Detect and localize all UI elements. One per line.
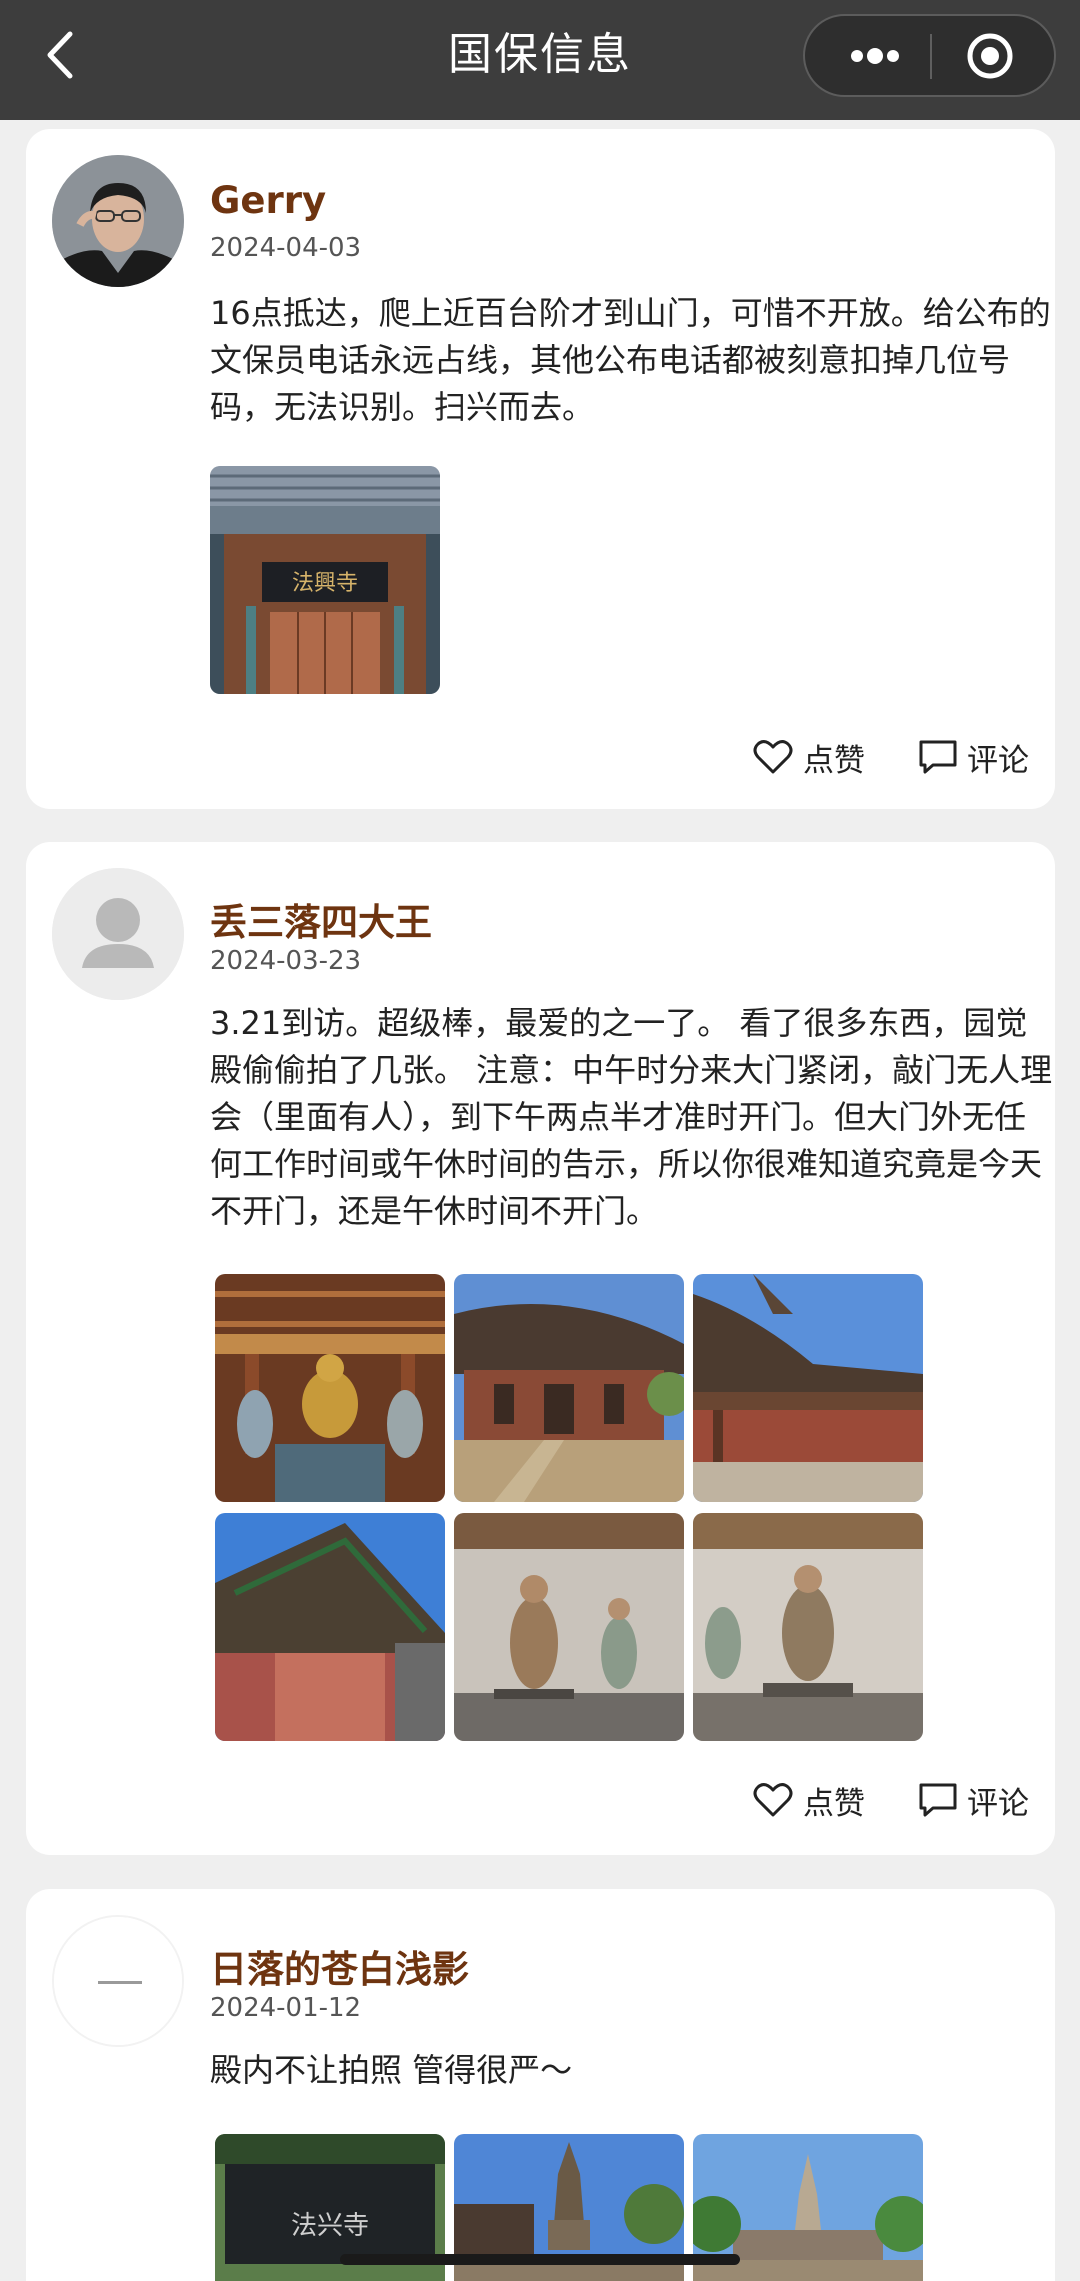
- post-card: 日落的苍白浅影 2024-01-12 殿内不让拍照 管得很严～ 法兴寺: [26, 1889, 1055, 2281]
- comment-label: 评论: [967, 742, 1029, 779]
- post-actions: 点赞 评论: [699, 732, 1029, 782]
- like-button[interactable]: 点赞: [753, 735, 865, 780]
- more-button[interactable]: [825, 26, 925, 86]
- post-photo[interactable]: [693, 1274, 923, 1502]
- post-date: 2024-04-03: [210, 233, 362, 263]
- comment-button[interactable]: 评论: [919, 735, 1029, 780]
- author-name: 丢三落四大王: [210, 901, 432, 944]
- like-button[interactable]: 点赞: [753, 1778, 865, 1823]
- post-content: 16点抵达，爬上近百台阶才到山门，可惜不开放。给公布的文保员电话永远占线，其他公…: [210, 294, 1051, 426]
- post-content: 殿内不让拍照 管得很严～: [210, 2051, 573, 2089]
- like-label: 点赞: [803, 1785, 865, 1822]
- post-photo[interactable]: [454, 1513, 684, 1741]
- back-button[interactable]: [30, 25, 90, 85]
- post-date: 2024-03-23: [210, 946, 362, 976]
- post-photo[interactable]: [215, 1274, 445, 1502]
- mini-program-capsule: [803, 14, 1056, 97]
- like-label: 点赞: [803, 742, 865, 779]
- post-content: 3.21到访。超级棒，最爱的之一了。 看了很多东西，园觉殿偷偷拍了几张。 注意：…: [210, 1004, 1053, 1230]
- post-photo[interactable]: [215, 1513, 445, 1741]
- author-name: 日落的苍白浅影: [210, 1948, 469, 1991]
- post-photo[interactable]: [454, 1274, 684, 1502]
- post-photo[interactable]: 法興寺: [210, 466, 440, 694]
- heart-outline-icon: [753, 1783, 793, 1817]
- post-photo[interactable]: [693, 1513, 923, 1741]
- comment-bubble-icon: [919, 740, 957, 774]
- plaque-text: 法興寺: [292, 571, 358, 596]
- close-button[interactable]: [940, 26, 1040, 86]
- navigation-bar: 国保信息: [0, 0, 1080, 120]
- heart-outline-icon: [753, 740, 793, 774]
- author-name: Gerry: [210, 179, 327, 222]
- post-card: 丢三落四大王 2024-03-23 3.21到访。超级棒，最爱的之一了。 看了很…: [26, 842, 1055, 1855]
- record-circle-icon: [967, 33, 1013, 79]
- home-indicator: [340, 2254, 740, 2265]
- chevron-left-icon: [47, 31, 73, 79]
- more-dots-icon: [851, 48, 899, 64]
- post-card: Gerry 2024-04-03 16点抵达，爬上近百台阶才到山门，可惜不开放。…: [26, 129, 1055, 809]
- post-actions: 点赞 评论: [699, 1775, 1029, 1825]
- avatar[interactable]: [52, 1915, 184, 2047]
- comment-label: 评论: [967, 1785, 1029, 1822]
- comment-bubble-icon: [919, 1783, 957, 1817]
- post-date: 2024-01-12: [210, 1993, 362, 2023]
- capsule-divider: [930, 34, 932, 79]
- stele-text: 法兴寺: [291, 2211, 369, 2241]
- avatar-default[interactable]: [52, 868, 184, 1000]
- comment-button[interactable]: 评论: [919, 1778, 1029, 1823]
- avatar[interactable]: [52, 155, 184, 287]
